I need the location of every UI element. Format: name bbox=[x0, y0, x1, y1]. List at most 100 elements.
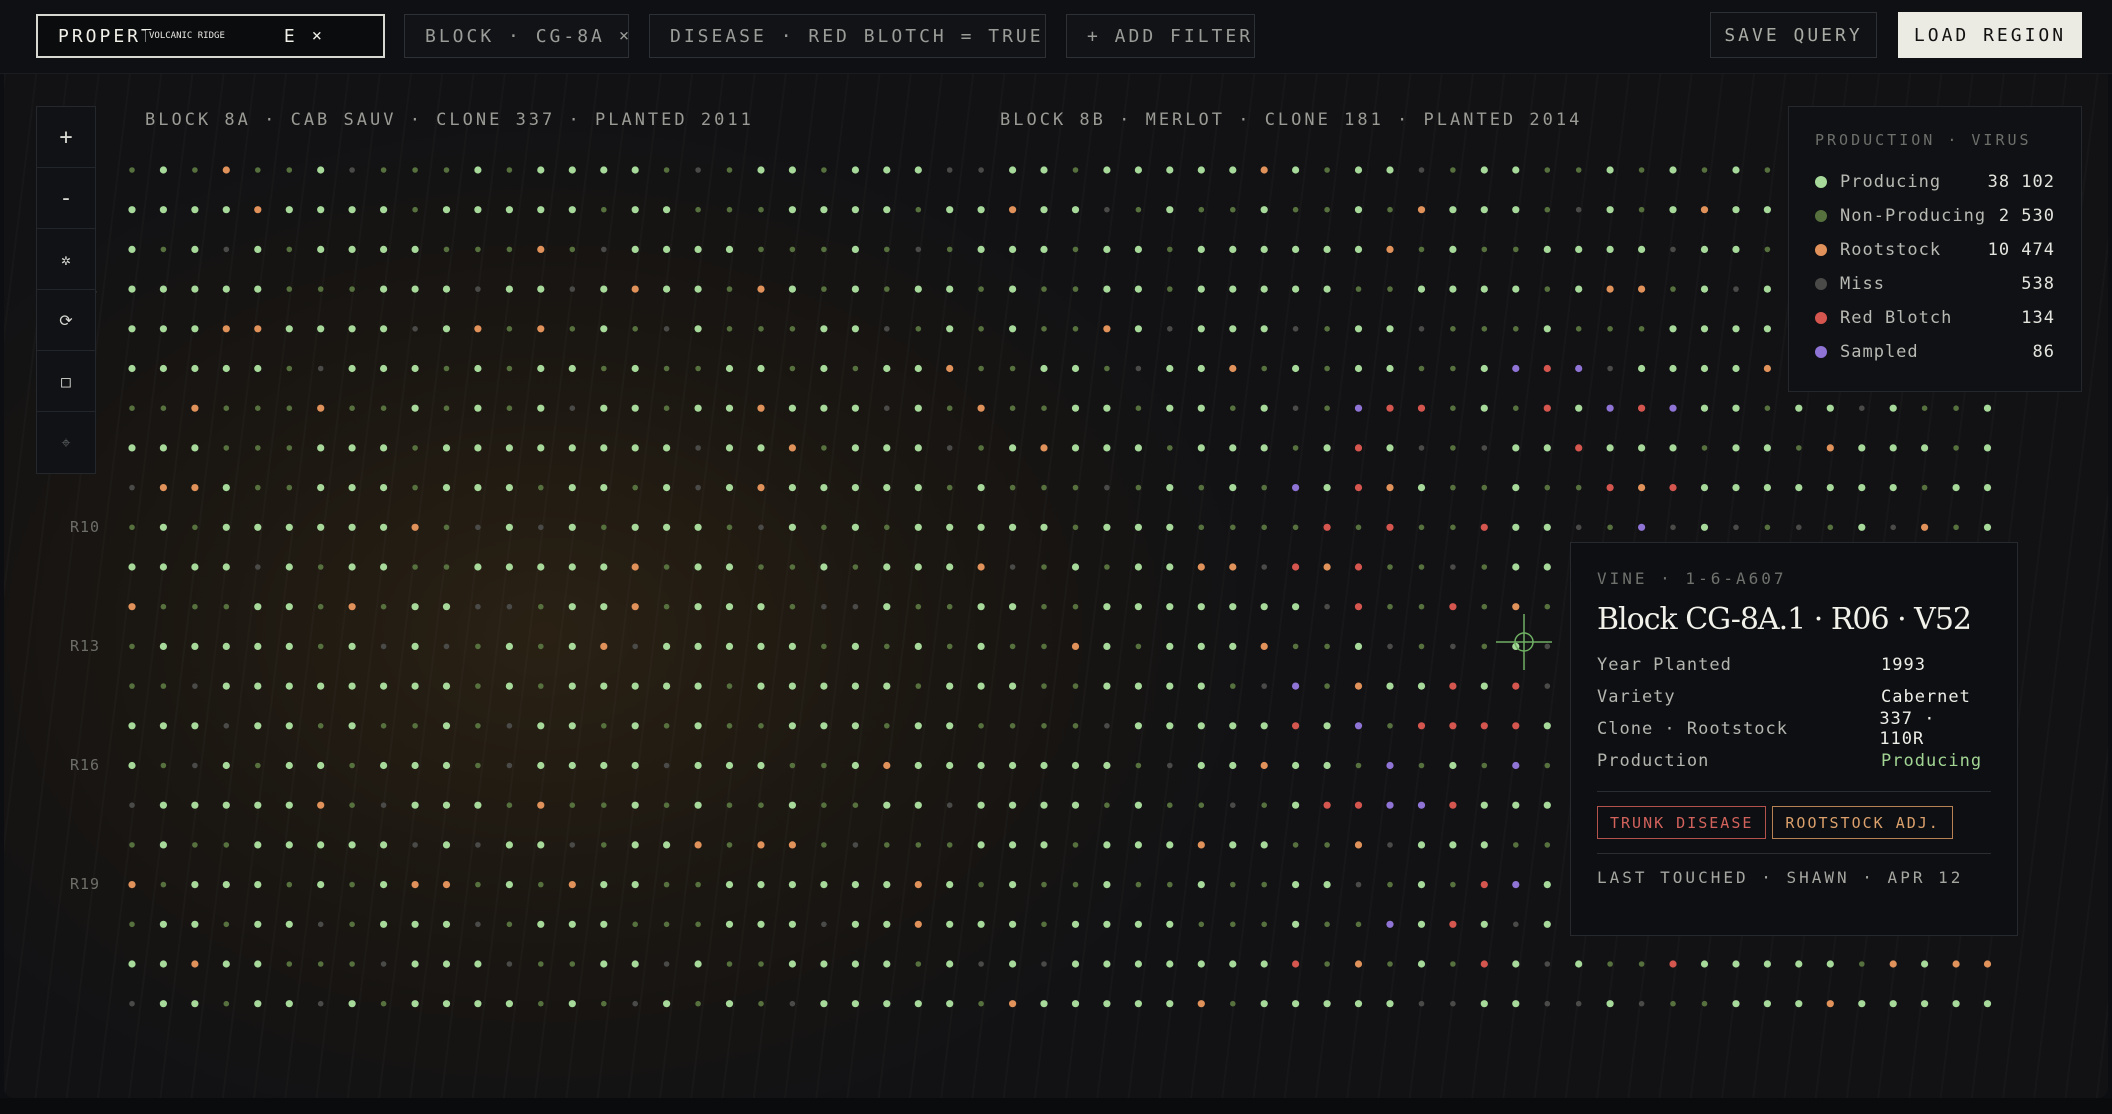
vine-dot[interactable] bbox=[1197, 404, 1205, 412]
vine-dot[interactable] bbox=[1354, 206, 1363, 214]
vine-dot[interactable] bbox=[884, 286, 890, 292]
vine-dot[interactable] bbox=[411, 960, 419, 968]
vine-dot[interactable] bbox=[223, 1000, 230, 1007]
vine-dot[interactable] bbox=[788, 523, 797, 531]
vine-dot[interactable] bbox=[506, 921, 513, 928]
vine-dot[interactable] bbox=[1292, 405, 1299, 412]
vine-dot[interactable] bbox=[1543, 325, 1551, 333]
vine-dot[interactable] bbox=[726, 524, 733, 531]
vine-dot[interactable] bbox=[601, 723, 607, 729]
vine-dot[interactable] bbox=[159, 960, 167, 968]
vine-dot[interactable] bbox=[1480, 920, 1488, 928]
vine-dot[interactable] bbox=[538, 643, 544, 650]
vine-dot[interactable] bbox=[946, 405, 953, 412]
vine-dot[interactable] bbox=[1701, 445, 1708, 451]
vine-dot[interactable] bbox=[663, 682, 671, 690]
vine-dot[interactable] bbox=[1450, 961, 1456, 967]
vine-dot[interactable] bbox=[1700, 523, 1709, 531]
vine-dot[interactable] bbox=[506, 723, 513, 729]
vine-dot[interactable] bbox=[1071, 920, 1080, 928]
vine-dot[interactable] bbox=[1481, 762, 1488, 769]
vine-dot[interactable] bbox=[1134, 444, 1142, 452]
vine-dot[interactable] bbox=[505, 682, 513, 690]
vine-dot[interactable] bbox=[1104, 484, 1110, 491]
vine-dot[interactable] bbox=[978, 326, 984, 332]
vine-dot[interactable] bbox=[1324, 683, 1330, 689]
vine-dot[interactable] bbox=[1009, 603, 1017, 611]
vine-dot[interactable] bbox=[631, 960, 639, 968]
vine-dot[interactable] bbox=[1575, 404, 1583, 412]
vine-dot[interactable] bbox=[1480, 722, 1488, 730]
vine-dot[interactable] bbox=[1575, 245, 1583, 253]
vine-dot[interactable] bbox=[1355, 762, 1362, 769]
vine-dot[interactable] bbox=[663, 841, 671, 849]
vine-dot[interactable] bbox=[474, 206, 482, 214]
vine-dot[interactable] bbox=[1230, 405, 1236, 412]
vine-dot[interactable] bbox=[159, 642, 167, 651]
vine-dot[interactable] bbox=[159, 206, 167, 214]
vine-dot[interactable] bbox=[883, 881, 891, 889]
vine-dot[interactable] bbox=[1450, 484, 1456, 491]
vine-dot[interactable] bbox=[569, 286, 576, 292]
vine-dot[interactable] bbox=[1481, 246, 1488, 253]
vine-dot[interactable] bbox=[1952, 484, 1960, 492]
vine-dot[interactable] bbox=[349, 881, 355, 888]
legend-item-producing[interactable]: Producing 38 102 bbox=[1815, 165, 2055, 199]
vine-dot[interactable] bbox=[538, 683, 544, 689]
vine-dot[interactable] bbox=[601, 246, 607, 253]
vine-dot[interactable] bbox=[254, 325, 262, 333]
vine-dot[interactable] bbox=[1543, 364, 1551, 373]
vine-dot[interactable] bbox=[1544, 1000, 1551, 1007]
vine-dot[interactable] bbox=[411, 404, 419, 412]
vine-dot[interactable] bbox=[1229, 484, 1237, 492]
vine-dot[interactable] bbox=[1386, 761, 1394, 770]
vine-dot[interactable] bbox=[789, 603, 796, 610]
vine-dot[interactable] bbox=[1167, 286, 1173, 292]
vine-dot[interactable] bbox=[1670, 246, 1676, 253]
vine-dot[interactable] bbox=[1638, 523, 1646, 531]
vine-dot[interactable] bbox=[1071, 1000, 1080, 1008]
vine-dot[interactable] bbox=[1041, 881, 1047, 888]
vine-dot[interactable] bbox=[505, 285, 513, 293]
vine-dot[interactable] bbox=[1480, 881, 1488, 889]
vine-dot[interactable] bbox=[1198, 802, 1205, 808]
legend-item-sampled[interactable]: Sampled 86 bbox=[1815, 335, 2055, 369]
vine-dot[interactable] bbox=[1450, 365, 1456, 372]
vine-dot[interactable] bbox=[1324, 961, 1330, 967]
vine-dot[interactable] bbox=[506, 405, 513, 412]
vine-dot[interactable] bbox=[694, 563, 702, 571]
vine-dot[interactable] bbox=[411, 801, 419, 809]
vine-dot[interactable] bbox=[129, 167, 135, 173]
vine-dot[interactable] bbox=[851, 881, 860, 889]
vine-dot[interactable] bbox=[1104, 206, 1110, 213]
vine-dot[interactable] bbox=[1135, 365, 1142, 372]
vine-dot[interactable] bbox=[821, 524, 827, 531]
vine-dot[interactable] bbox=[788, 206, 797, 214]
vine-dot[interactable] bbox=[317, 643, 324, 650]
vine-dot[interactable] bbox=[1166, 166, 1174, 174]
vine-dot[interactable] bbox=[1890, 524, 1896, 531]
vine-dot[interactable] bbox=[348, 523, 356, 531]
vine-dot[interactable] bbox=[160, 881, 167, 888]
vine-dot[interactable] bbox=[1417, 404, 1426, 412]
vine-dot[interactable] bbox=[1197, 1000, 1205, 1008]
vine-dot[interactable] bbox=[631, 364, 639, 373]
vine-dot[interactable] bbox=[1543, 563, 1551, 571]
vine-dot[interactable] bbox=[506, 326, 513, 332]
vine-dot[interactable] bbox=[1166, 206, 1174, 214]
vine-dot[interactable] bbox=[820, 484, 828, 492]
vine-dot[interactable] bbox=[442, 325, 451, 333]
vine-dot[interactable] bbox=[380, 364, 388, 373]
vine-dot[interactable] bbox=[1072, 326, 1079, 332]
vine-dot[interactable] bbox=[757, 682, 765, 690]
vine-dot[interactable] bbox=[537, 722, 545, 730]
vine-dot[interactable] bbox=[160, 683, 167, 689]
vine-dot[interactable] bbox=[1354, 642, 1363, 651]
vine-dot[interactable] bbox=[1009, 206, 1017, 214]
vine-dot[interactable] bbox=[1826, 960, 1834, 968]
vine-dot[interactable] bbox=[1135, 405, 1142, 412]
vine-dot[interactable] bbox=[725, 1000, 734, 1008]
vine-dot[interactable] bbox=[601, 1000, 607, 1007]
vine-dot[interactable] bbox=[1009, 245, 1017, 253]
vine-dot[interactable] bbox=[1323, 523, 1331, 531]
